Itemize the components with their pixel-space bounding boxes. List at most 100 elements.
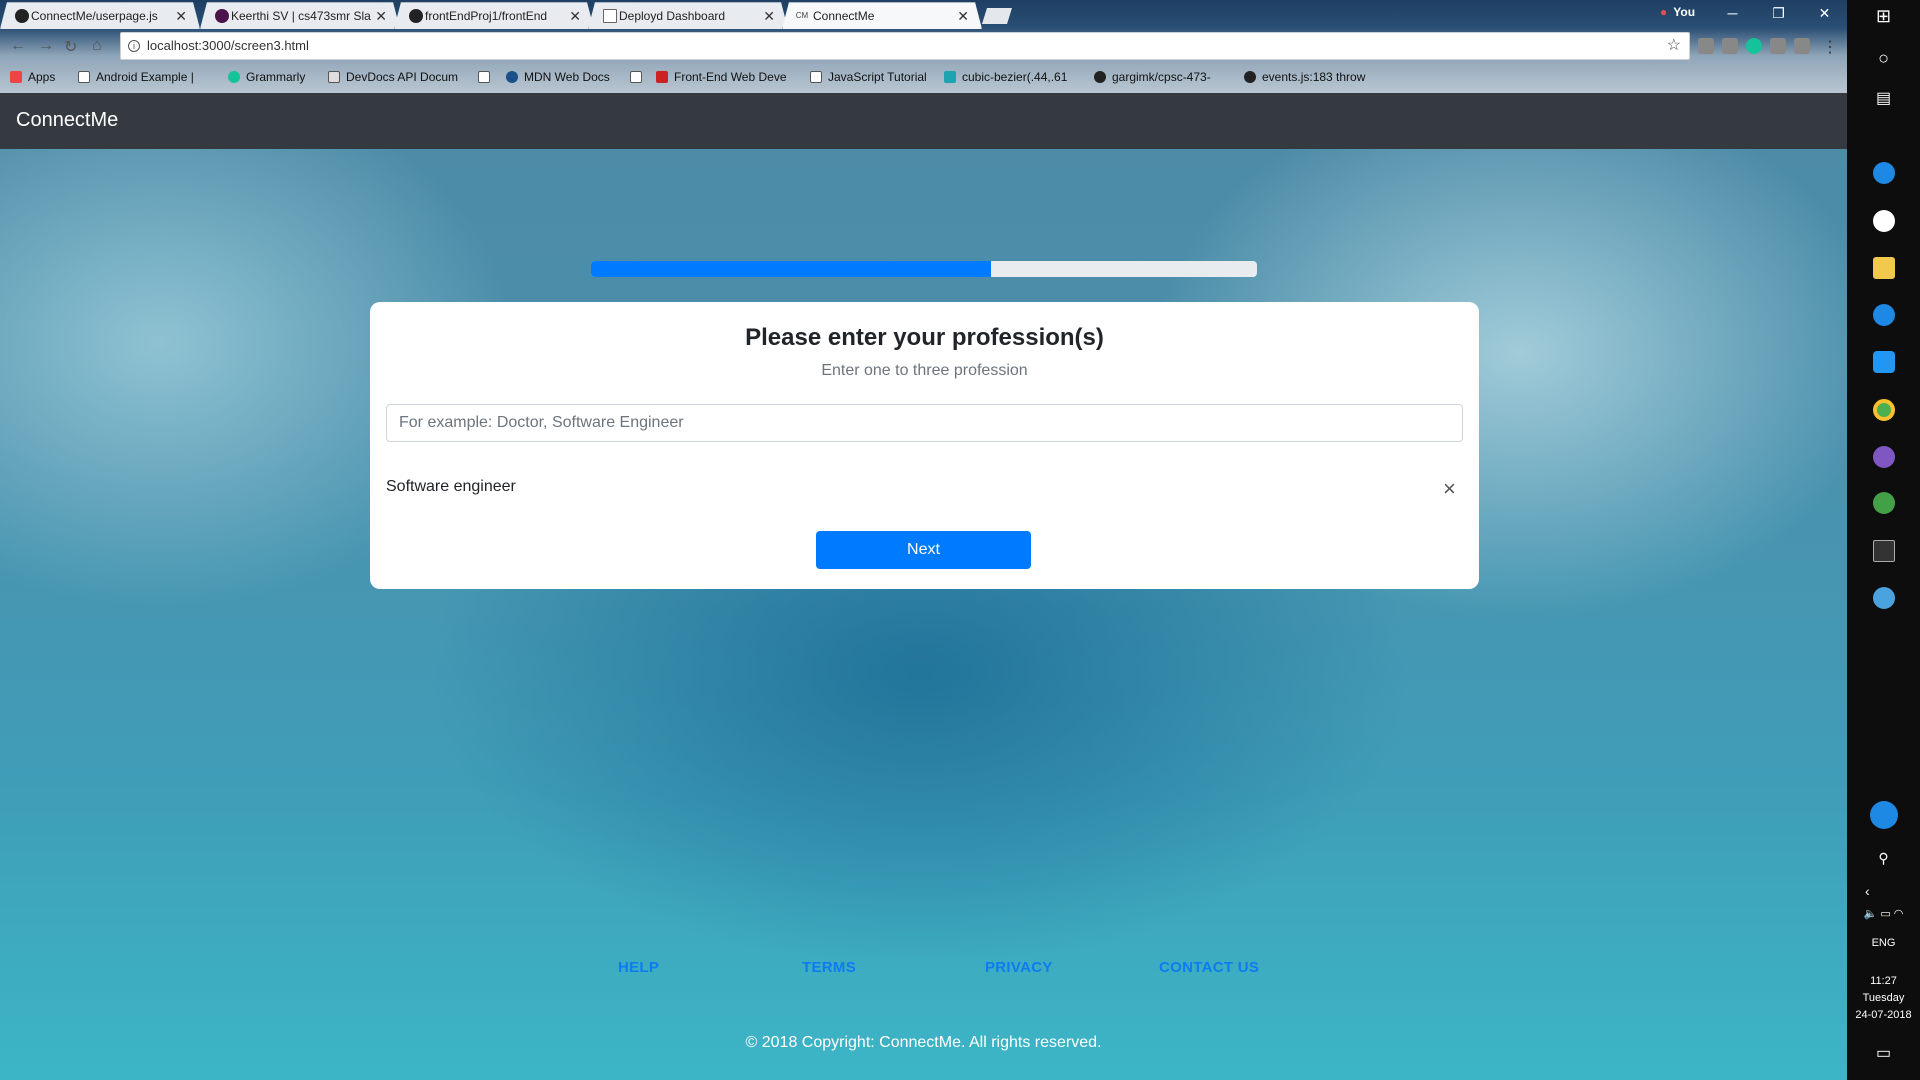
help-icon[interactable] (1870, 801, 1898, 829)
page-icon (810, 71, 822, 83)
forward-icon[interactable]: → (38, 37, 54, 55)
clock-day: Tuesday (1862, 992, 1905, 1004)
card-subtitle: Enter one to three profession (821, 362, 1028, 379)
footer-link-help[interactable]: HELP (618, 959, 659, 976)
extension-icon[interactable] (1698, 38, 1714, 54)
app-icon[interactable] (1873, 492, 1895, 514)
slack-icon (215, 9, 229, 23)
footer-link-privacy[interactable]: PRIVACY (985, 959, 1053, 976)
browser-chrome: ConnectMe/userpage.js ✕ Keerthi SV | cs4… (0, 0, 1847, 93)
next-button[interactable]: Next (816, 531, 1031, 569)
grammarly-extension-icon[interactable] (1746, 38, 1762, 54)
browser-tab[interactable]: ConnectMe/userpage.js ✕ (0, 2, 200, 29)
close-window-icon[interactable]: ✕ (1802, 0, 1847, 29)
close-tab-icon[interactable]: ✕ (375, 3, 387, 29)
apps-icon (10, 71, 22, 83)
bookmark-item[interactable]: cubic-bezier(.44,.61 (944, 70, 1067, 84)
bookmark-item[interactable] (478, 70, 496, 84)
address-bar[interactable]: i localhost:3000/screen3.html ☆ (120, 32, 1690, 60)
app-icon[interactable] (1873, 446, 1895, 468)
close-tab-icon[interactable]: ✕ (763, 3, 775, 29)
app-icon[interactable] (1873, 587, 1895, 609)
extension-icon[interactable] (1770, 38, 1786, 54)
terminal-icon[interactable] (1873, 540, 1895, 562)
system-tray-icons[interactable]: 🔈 ▭ ◠ (1847, 907, 1920, 920)
page-viewport: ConnectMe Please enter your profession(s… (0, 93, 1847, 1080)
browser-tab[interactable]: Deployd Dashboard ✕ (588, 2, 788, 29)
restore-icon[interactable]: ❐ (1756, 0, 1801, 29)
reload-icon[interactable]: ↻ (64, 37, 77, 57)
people-icon[interactable]: ⚲ (1847, 850, 1920, 867)
tab-title: frontEndProj1/frontEnd (425, 9, 548, 23)
profile-icon: ● (1660, 5, 1668, 19)
internet-explorer-icon[interactable] (1873, 304, 1895, 326)
info-icon[interactable]: i (128, 40, 140, 52)
back-icon[interactable]: ← (10, 37, 26, 55)
new-tab-button[interactable] (982, 8, 1012, 24)
bookmark-item[interactable]: JavaScript Tutorial (810, 70, 927, 84)
profession-input[interactable] (386, 404, 1463, 442)
bookmark-item[interactable] (630, 70, 648, 84)
bookmark-item[interactable]: Android Example | (78, 70, 194, 84)
bookmark-star-icon[interactable]: ☆ (1667, 33, 1681, 59)
frontend-icon (656, 71, 668, 83)
close-tab-icon[interactable]: ✕ (569, 3, 581, 29)
brand-logo[interactable]: ConnectMe (16, 109, 118, 132)
browser-tab[interactable]: frontEndProj1/frontEnd ✕ (394, 2, 594, 29)
language-indicator[interactable]: ENG (1847, 937, 1920, 949)
bookmark-apps[interactable]: Apps (10, 70, 55, 84)
profession-tag-label: Software engineer (386, 478, 516, 495)
bookmarks-bar: Apps Android Example | Grammarly DevDocs… (0, 65, 1847, 93)
file-explorer-icon[interactable] (1873, 257, 1895, 279)
extension-icon[interactable] (1794, 38, 1810, 54)
notification-icon[interactable]: ▭ (1847, 1043, 1920, 1063)
cubic-bezier-icon (944, 71, 956, 83)
copyright-text: © 2018 Copyright: ConnectMe. All rights … (745, 1034, 1102, 1051)
home-icon[interactable]: ⌂ (92, 37, 102, 55)
progress-bar (591, 261, 1257, 277)
browser-tab-active[interactable]: CM ConnectMe ✕ (782, 2, 982, 29)
close-tab-icon[interactable]: ✕ (957, 3, 969, 29)
app-icon[interactable] (1873, 351, 1895, 373)
windows-taskbar: ⊞ ○ ▤ ⚲ ‹ 🔈 ▭ ◠ ENG 11:27 Tuesday 24-07-… (1847, 0, 1920, 1080)
menu-icon[interactable]: ⋮ (1822, 37, 1838, 57)
github-icon (15, 9, 29, 23)
close-tab-icon[interactable]: ✕ (175, 3, 187, 29)
search-icon[interactable]: ○ (1847, 48, 1920, 69)
grammarly-icon (228, 71, 240, 83)
github-icon (1244, 71, 1256, 83)
bookmark-item[interactable]: DevDocs API Docum (328, 70, 458, 84)
hp-icon[interactable] (1873, 210, 1895, 232)
tab-title: ConnectMe (813, 9, 875, 23)
bookmark-item[interactable]: MDN Web Docs (506, 70, 610, 84)
task-view-icon[interactable]: ▤ (1847, 88, 1920, 108)
edge-icon[interactable] (1873, 162, 1895, 184)
bookmark-item[interactable]: gargimk/cpsc-473- (1094, 70, 1211, 84)
chevron-left-icon[interactable]: ‹ (1847, 883, 1920, 899)
card-title: Please enter your profession(s) (745, 324, 1104, 351)
minimize-icon[interactable]: ─ (1710, 0, 1755, 29)
footer-link-terms[interactable]: TERMS (802, 959, 856, 976)
address-text: localhost:3000/screen3.html (147, 38, 309, 53)
page-icon (630, 71, 642, 83)
clock-time[interactable]: 11:27 (1847, 975, 1920, 987)
github-icon (1094, 71, 1106, 83)
profile-button[interactable]: ● You (1660, 5, 1695, 19)
navbar: ConnectMe (0, 93, 1847, 149)
progress-bar-fill (591, 261, 991, 277)
profession-card: Please enter your profession(s) Enter on… (370, 302, 1479, 589)
github-icon (409, 9, 423, 23)
bookmark-item[interactable]: Front-End Web Deve (656, 70, 787, 84)
bookmark-item[interactable]: events.js:183 throw (1244, 70, 1365, 84)
windows-start-icon[interactable]: ⊞ (1847, 6, 1920, 27)
bookmark-item[interactable]: Grammarly (228, 70, 305, 84)
extension-icon[interactable] (1722, 38, 1738, 54)
chrome-icon[interactable] (1873, 399, 1895, 421)
tab-strip: ConnectMe/userpage.js ✕ Keerthi SV | cs4… (0, 0, 1847, 29)
remove-profession-icon[interactable]: × (1443, 476, 1456, 502)
page-icon (478, 71, 490, 83)
browser-tab[interactable]: Keerthi SV | cs473smr Sla ✕ (200, 2, 400, 29)
tab-title: Keerthi SV | cs473smr Sla (231, 9, 371, 23)
footer-link-contact[interactable]: CONTACT US (1159, 959, 1259, 976)
tab-title: Deployd Dashboard (619, 9, 726, 23)
